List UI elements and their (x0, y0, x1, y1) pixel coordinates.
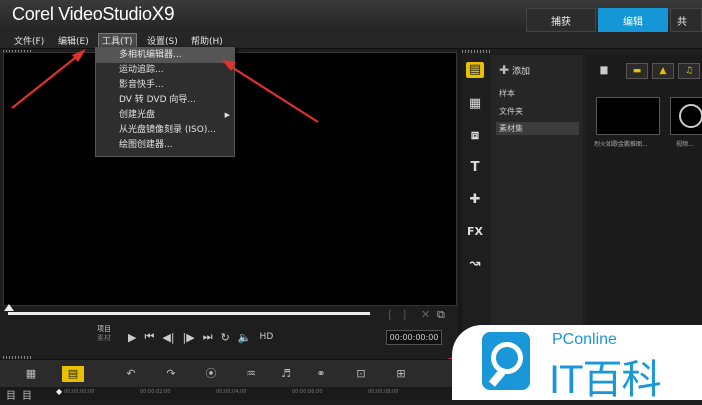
home-icon[interactable]: ⏮ (144, 330, 154, 344)
thumbnail-label: 烈火如歌金鹏推图... (594, 141, 648, 148)
path-icon[interactable]: ↝ (466, 256, 484, 272)
play-icon[interactable]: ▶ (128, 331, 136, 344)
end-icon[interactable]: ⏭ (203, 330, 213, 344)
media-thumbnail[interactable] (596, 97, 660, 135)
subtitle-editor-icon[interactable]: ⊡ (350, 366, 372, 382)
folder-collection[interactable]: 素材集 (496, 122, 579, 135)
show-photo-icon[interactable]: ▲ (652, 63, 674, 79)
clip-label: 素材 (97, 334, 111, 342)
filter-icon[interactable]: FX (466, 224, 484, 240)
hd-toggle[interactable]: HD (260, 332, 274, 342)
folder-samples[interactable]: 样本 (496, 87, 579, 100)
arrow-to-tools-menu (11, 53, 81, 109)
library-tool-icons: ▤ ▦ ⧈ T ✚ FX ↝ (462, 56, 488, 346)
title-icon[interactable]: T (466, 160, 484, 176)
add-folder-button[interactable]: ✚ 添加 (499, 63, 530, 77)
library-media-panel: ▆ ▬ ▲ ♫ 烈火如歌金鹏推图... 视频... (586, 55, 702, 349)
next-frame-icon[interactable]: |▶ (183, 331, 195, 344)
project-label: 项目 (97, 325, 111, 333)
watermark-main-text: IT百科 (549, 358, 662, 402)
show-video-icon[interactable]: ▬ (626, 63, 648, 79)
magnifier-logo-icon (482, 332, 530, 390)
project-clip-toggle[interactable]: 项目 素材 (97, 325, 111, 343)
undo-icon[interactable]: ↶ (120, 366, 142, 382)
plus-icon: ✚ (499, 63, 510, 77)
scrubber-track[interactable] (8, 312, 370, 315)
library-folder-panel: ✚ 添加 样本 文件夹 素材集 (491, 55, 583, 349)
prev-frame-icon[interactable]: ◀| (162, 331, 174, 344)
motion-tracking-icon[interactable]: ⚭ (310, 366, 332, 382)
folder-icon[interactable]: ▆ (594, 63, 614, 77)
media-thumbnail[interactable] (670, 97, 702, 135)
ruler-tick: 00:00:06:00 (292, 389, 323, 395)
storyboard-view-icon[interactable]: ▦ (20, 366, 42, 382)
playhead-icon[interactable]: ◆ (56, 387, 62, 396)
enlarge-icon[interactable]: ⧉ (437, 308, 445, 322)
watermark: PConline IT百科 (452, 325, 702, 402)
add-label: 添加 (511, 67, 530, 77)
player-controls: ▶ ⏮ ◀| |▶ ⏭ ↻ 🔈 HD (128, 327, 281, 347)
ruler-tick: 00:00:08:00 (368, 389, 399, 395)
repeat-icon[interactable]: ↻ (221, 331, 230, 344)
mark-in-icon[interactable]: [ (388, 308, 392, 321)
ruler-tick: 00:00:04:00 (216, 389, 247, 395)
ruler-tick: 00:00:02:00 (140, 389, 171, 395)
graphic-icon[interactable]: ✚ (466, 192, 484, 208)
auto-music-icon[interactable]: ♬ (275, 366, 297, 382)
mark-out-icon[interactable]: ] (402, 308, 406, 321)
split-icon[interactable]: ✕ (421, 308, 430, 321)
instant-project-icon[interactable]: ▦ (466, 96, 484, 112)
arrow-to-multicam (229, 65, 319, 123)
redo-icon[interactable]: ↷ (160, 366, 182, 382)
transition-icon[interactable]: ⧈ (466, 128, 484, 144)
timecode-display[interactable]: 00:00:00:00 (386, 330, 442, 345)
timeline-view-icon[interactable]: ▤ (62, 366, 84, 382)
volume-icon[interactable]: 🔈 (238, 331, 252, 344)
audio-mixer-icon[interactable]: ♒ (240, 366, 262, 382)
disc-icon (679, 104, 702, 128)
record-capture-icon[interactable]: ⦿ (200, 366, 222, 382)
folder-folder[interactable]: 文件夹 (496, 105, 579, 118)
show-audio-icon[interactable]: ♫ (678, 63, 700, 79)
ruler-tick: 00:00:00:00 (64, 389, 95, 395)
multicam-editor-icon[interactable]: ⊞ (390, 366, 412, 382)
library-grip[interactable] (462, 50, 492, 53)
thumbnail-label: 视频... (676, 141, 694, 148)
scrubber-handle[interactable] (4, 304, 14, 311)
media-library-icon[interactable]: ▤ (466, 62, 484, 78)
